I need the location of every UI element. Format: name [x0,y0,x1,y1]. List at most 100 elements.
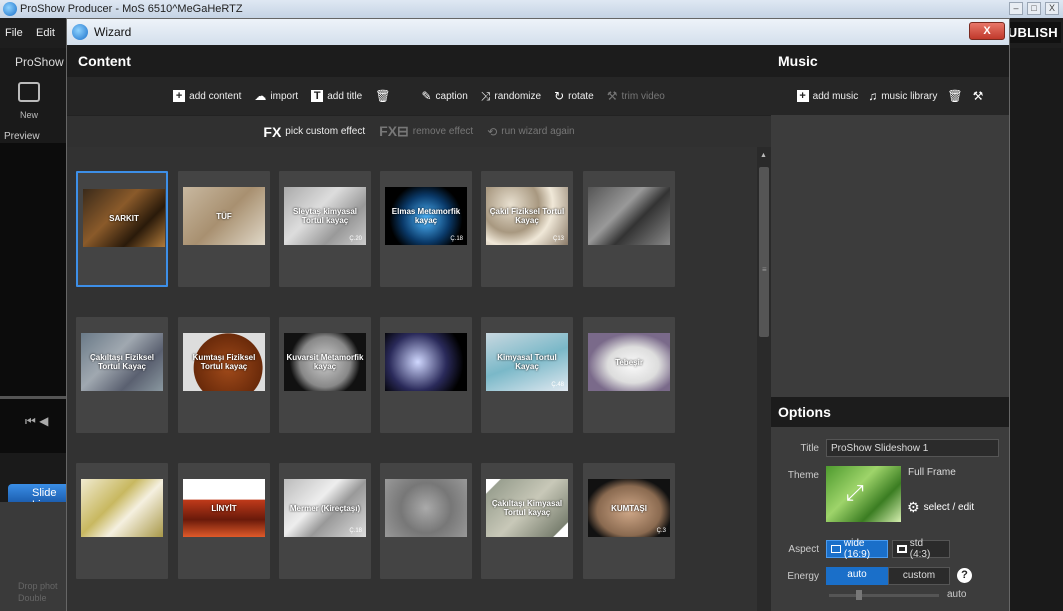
slide-thumbnail-text [627,214,631,218]
slide-item[interactable] [76,463,168,579]
rotate-label: rotate [568,90,594,102]
import-button[interactable]: ☁ import [254,90,298,102]
theme-thumbnail[interactable]: ⤢ [826,466,901,522]
slide-thumbnail-text: Kumtaşı Fiziksel Tortul kayaç [192,353,256,371]
app-close-button[interactable]: X [1045,2,1059,15]
options-title: Options [778,404,831,420]
scroll-up-arrow-icon[interactable]: ▲ [760,152,767,159]
slide-thumbnail: Kimyasal Tortul Kayaç Ç.48 [486,333,568,391]
trash-icon: 🗑 [375,89,391,103]
slide-item[interactable]: Çakıl Fiziksel Tortul Kayaç Ç13 [481,171,573,287]
slide-item[interactable]: Çakıltaşı Kimyasal Tortul kayaç [481,463,573,579]
new-label[interactable]: New [20,110,38,120]
minimize-button[interactable]: – [1009,2,1023,15]
delete-content-button[interactable]: 🗑 [375,90,390,102]
slide-item[interactable] [583,171,675,287]
shuffle-icon: ⤨ [480,89,491,103]
options-header: Options [771,397,1009,427]
aspect-std-button[interactable]: std (4:3) [892,538,950,560]
title-input[interactable] [826,439,999,457]
slide-item[interactable]: LİNYİT [178,463,270,579]
slide-thumbnail: Kumtaşı Fiziksel Tortul kayaç [183,333,265,391]
menu-edit[interactable]: Edit [36,27,55,39]
slide-item[interactable]: Tebeşir [583,317,675,433]
slide-thumbnail-text: Elmas Metamorfik kayaç [391,207,461,225]
preview-timeline-slider[interactable] [0,396,68,399]
proshow-label: ProShow [15,55,64,69]
standard-screen-icon [897,545,907,553]
remove-effect-button[interactable]: FX⊟ remove effect [379,123,473,140]
slide-thumbnail-text: Çakıltaşı Fiziksel Tortul Kayaç [89,353,155,371]
menu-file[interactable]: File [5,27,23,39]
aspect-wide-button[interactable]: wide (16:9) [826,538,888,560]
wizard-title: Wizard [94,25,132,39]
slide-item[interactable]: Kuvarsit Metamorfik kayaç [279,317,371,433]
energy-slider-knob[interactable] [856,590,862,600]
run-wizard-again-label: run wizard again [501,126,575,137]
slide-thumbnail: Çakıltaşı Kimyasal Tortul kayaç [486,479,568,537]
new-show-icon[interactable] [18,82,40,102]
slide-item[interactable]: Mermer (Kireçtaşı) Ç.18 [279,463,371,579]
import-label: import [270,90,299,102]
music-library-button[interactable]: ♫ music library [868,90,937,102]
slide-thumbnail-code: Ç.20 [349,236,362,242]
content-toolbar: + add content ☁ import T add title 🗑 ✎ c… [67,77,771,115]
slide-item[interactable]: Çakıltaşı Fiziksel Tortul Kayaç [76,317,168,433]
fx-remove-icon: FX⊟ [379,123,409,139]
pen-icon: ✎ [421,89,432,103]
theme-name: Full Frame [908,467,956,478]
slide-item[interactable]: KUMTAŞI Ç.3 [583,463,675,579]
add-title-button[interactable]: T add title [311,90,362,102]
slide-grid-scrollbar[interactable]: ▲ ≡ [757,147,771,611]
pick-custom-effect-button[interactable]: FX pick custom effect [263,124,365,140]
slide-item[interactable]: Kimyasal Tortul Kayaç Ç.48 [481,317,573,433]
slide-item[interactable]: Elmas Metamorfik kayaç Ç.18 [380,171,472,287]
content-title: Content [78,53,131,69]
energy-auto-button[interactable]: auto [826,567,888,585]
music-header: Music [771,45,1009,77]
slide-thumbnail-text: LİNYİT [211,503,237,513]
randomize-button[interactable]: ⤨ randomize [481,90,541,102]
wizard-window: Wizard X Content + add content ☁ import … [66,18,1010,611]
fx-icon: FX [263,123,282,140]
slide-thumbnail: LİNYİT [183,479,265,537]
scrollbar-thumb[interactable]: ≡ [759,167,769,337]
playback-controls[interactable]: ⏮ ◀ [25,414,48,429]
remove-effect-label: remove effect [412,126,474,137]
gear-icon: ⚙ [907,499,920,515]
slide-item[interactable] [380,317,472,433]
energy-custom-button[interactable]: custom [888,567,950,585]
help-icon[interactable]: ? [957,568,972,583]
slide-thumbnail-text [424,506,428,510]
randomize-label: randomize [494,90,542,102]
rotate-button[interactable]: ↻ rotate [554,90,594,102]
title-icon: T [311,90,324,102]
add-music-button[interactable]: + add music [796,90,858,102]
widescreen-icon [831,545,841,553]
slide-list-tab[interactable]: Slide Li [8,484,68,511]
slide-item[interactable] [380,463,472,579]
slide-item[interactable]: Kumtaşı Fiziksel Tortul kayaç [178,317,270,433]
music-tools-button[interactable]: ⚒ [973,90,984,102]
maximize-button[interactable]: □ [1027,2,1041,15]
effects-toolbar: FX pick custom effect FX⊟ remove effect … [67,115,771,147]
delete-music-button[interactable]: 🗑 [947,90,962,102]
slide-grid: SARKIT TÜF Sleytaş kimyasal Tortul kayaç Ç.… [67,147,757,611]
title-label: Title [800,443,819,454]
slide-thumbnail: Kuvarsit Metamorfik kayaç [284,333,366,391]
energy-slider[interactable] [829,594,939,597]
run-wizard-again-button[interactable]: ⟲ run wizard again [487,126,574,138]
slide-item[interactable]: SARKIT [76,171,168,287]
slide-item[interactable]: TÜF [178,171,270,287]
theme-select-edit-button[interactable]: ⚙ select / edit [907,499,974,516]
wizard-close-button[interactable]: X [969,22,1005,40]
add-content-button[interactable]: + add content [173,90,241,102]
trim-video-button[interactable]: ⚒ trim video [607,90,665,102]
caption-button[interactable]: ✎ caption [421,90,467,102]
slide-thumbnail [385,333,467,391]
preview-label: Preview [4,131,40,142]
drop-photos-hint: Drop phot Double [18,581,58,603]
slide-item[interactable]: Sleytaş kimyasal Tortul kayaç Ç.20 [279,171,371,287]
slide-thumbnail-code: Ç.48 [551,382,564,388]
slide-thumbnail: Çakıl Fiziksel Tortul Kayaç Ç13 [486,187,568,245]
